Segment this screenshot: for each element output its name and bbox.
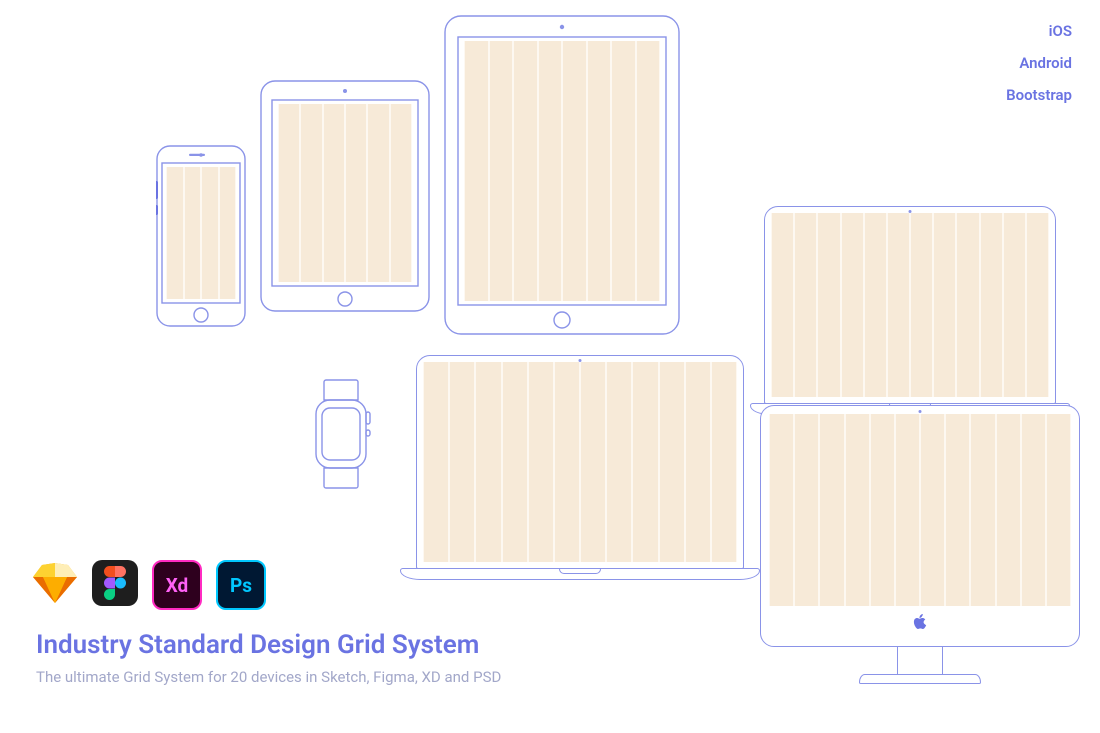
- device-laptop-back: [750, 206, 1070, 415]
- page-subtitle: The ultimate Grid System for 20 devices …: [36, 668, 501, 686]
- device-tablet-small: [260, 80, 430, 312]
- sketch-icon: [32, 560, 78, 606]
- adobe-xd-icon: Xd: [152, 560, 202, 610]
- nav-bootstrap[interactable]: Bootstrap: [1006, 86, 1072, 104]
- app-icons-row: Xd Ps: [32, 560, 266, 610]
- hero-text: Industry Standard Design Grid System The…: [36, 630, 501, 686]
- device-phone: [156, 145, 246, 327]
- photoshop-icon: Ps: [216, 560, 266, 610]
- apple-logo-icon: [913, 614, 927, 634]
- device-watch: [310, 378, 372, 490]
- camera-icon: [919, 410, 922, 413]
- figma-icon: [92, 560, 138, 606]
- nav-ios[interactable]: iOS: [1006, 22, 1072, 40]
- device-tablet-large: [444, 15, 680, 335]
- platform-nav: iOS Android Bootstrap: [1006, 22, 1072, 118]
- device-laptop-front: [400, 355, 760, 580]
- nav-android[interactable]: Android: [1006, 54, 1072, 72]
- device-desktop: [760, 405, 1080, 684]
- page-title: Industry Standard Design Grid System: [36, 630, 501, 660]
